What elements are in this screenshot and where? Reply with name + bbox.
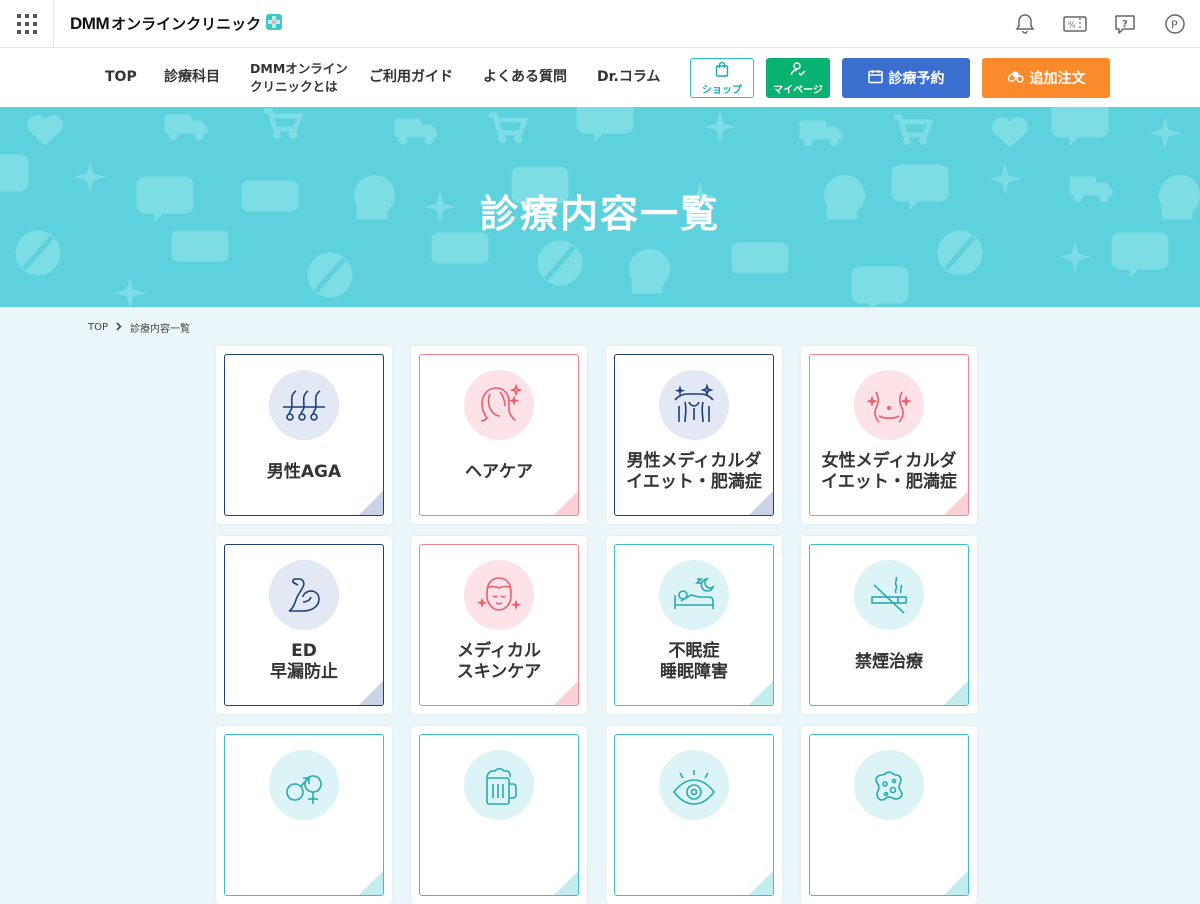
order-label: 追加注文 <box>1029 71 1086 87</box>
breadcrumb-home[interactable]: TOP <box>88 322 108 333</box>
logo-dmm-text: DMM <box>70 13 110 33</box>
nav-about[interactable]: DMMオンライン クリニックとは <box>250 48 348 107</box>
muscle-arm-icon <box>269 560 339 630</box>
card-label-line1: 男性メディカルダ <box>626 451 762 471</box>
sleep-bed-icon <box>659 560 729 630</box>
card-corner-decoration <box>359 681 383 705</box>
bell-icon[interactable] <box>1000 0 1050 48</box>
mypage-button[interactable]: マイページ <box>766 58 830 98</box>
card-label-line1: 禁煙治療 <box>855 651 923 672</box>
nav-faq[interactable]: よくある質問 <box>483 48 567 107</box>
card-row3-beer[interactable] <box>411 726 587 904</box>
card-hair-care[interactable]: ヘアケア <box>411 346 587 524</box>
card-female-diet[interactable]: 女性メディカルダ イエット・肥満症 <box>801 346 977 524</box>
nav-departments[interactable]: 診療科目 <box>164 48 220 107</box>
card-corner-decoration <box>749 491 773 515</box>
logo-clinic-text: オンラインクリニック <box>111 15 262 33</box>
logo[interactable]: DMM オンラインクリニック <box>70 13 283 35</box>
card-corner-decoration <box>944 871 968 895</box>
nav-about-line1: DMMオンライン <box>250 61 348 76</box>
user-check-icon <box>790 61 806 80</box>
coupon-icon[interactable]: % <box>1050 0 1100 48</box>
mypage-label: マイページ <box>773 84 823 96</box>
svg-text:?: ? <box>1122 19 1128 30</box>
additional-order-button[interactable]: 追加注文 <box>982 58 1110 98</box>
breadcrumb-current: 診療内容一覧 <box>130 324 191 335</box>
help-icon[interactable]: ? <box>1100 0 1150 48</box>
svg-text:P: P <box>1171 19 1178 32</box>
face-skincare-icon <box>464 560 534 630</box>
calendar-icon <box>867 69 883 88</box>
svg-text:%: % <box>1068 21 1076 30</box>
card-label-line1: ヘアケア <box>465 461 533 482</box>
card-row3-eye[interactable] <box>606 726 782 904</box>
card-label-line1: メディカル <box>457 641 541 661</box>
eye-icon <box>659 750 729 820</box>
beer-mug-icon <box>464 750 534 820</box>
card-corner-decoration <box>749 681 773 705</box>
card-corner-decoration <box>554 491 578 515</box>
top-bar: DMM オンラインクリニック % ? P <box>0 0 1200 48</box>
pill-icon <box>1007 69 1024 88</box>
hair-follicle-icon <box>269 370 339 440</box>
female-hair-icon <box>464 370 534 440</box>
card-insomnia[interactable]: 不眠症 睡眠障害 <box>606 536 782 714</box>
card-corner-decoration <box>749 871 773 895</box>
nav-about-line2: クリニックとは <box>250 78 338 94</box>
card-label-line1: 男性AGA <box>266 461 342 482</box>
reserve-button[interactable]: 診療予約 <box>842 58 970 98</box>
card-label-line1: ED <box>291 641 317 661</box>
virus-icon <box>854 750 924 820</box>
card-ed[interactable]: ED 早漏防止 <box>216 536 392 714</box>
no-smoking-icon <box>854 560 924 630</box>
card-label-line2: イエット・肥満症 <box>821 472 957 492</box>
chevron-right-icon <box>116 321 122 334</box>
card-corner-decoration <box>944 491 968 515</box>
card-corner-decoration <box>554 681 578 705</box>
card-label-line1: 不眠症 <box>668 641 720 661</box>
card-label-line2: 早漏防止 <box>270 662 338 682</box>
card-row3-gender[interactable] <box>216 726 392 904</box>
card-corner-decoration <box>944 681 968 705</box>
female-waist-icon <box>854 370 924 440</box>
card-label-line2: スキンケア <box>456 662 542 682</box>
page-title: 診療内容一覧 <box>479 192 720 236</box>
card-label-line2: イエット・肥満症 <box>626 472 762 492</box>
card-corner-decoration <box>554 871 578 895</box>
card-label-line1: 女性メディカルダ <box>821 451 957 471</box>
main-nav: TOP 診療科目 DMMオンライン クリニックとは ご利用ガイド よくある質問 … <box>0 48 1200 107</box>
card-label-line2: 睡眠障害 <box>660 662 728 682</box>
nav-top[interactable]: TOP <box>105 48 137 107</box>
card-smoking-cessation[interactable]: 禁煙治療 <box>801 536 977 714</box>
card-corner-decoration <box>359 491 383 515</box>
card-row3-virus[interactable] <box>801 726 977 904</box>
hero-banner: 診療内容一覧 <box>0 107 1200 307</box>
card-male-aga[interactable]: 男性AGA <box>216 346 392 524</box>
reserve-label: 診療予約 <box>888 71 945 87</box>
gender-symbols-icon <box>269 750 339 820</box>
breadcrumb: TOP 診療内容一覧 <box>88 320 190 335</box>
shopping-bag-icon <box>715 61 729 80</box>
male-body-icon <box>659 370 729 440</box>
nav-guide[interactable]: ご利用ガイド <box>369 48 453 107</box>
card-medical-skincare[interactable]: メディカル スキンケア <box>411 536 587 714</box>
grid-menu-icon[interactable] <box>0 0 54 48</box>
card-male-diet[interactable]: 男性メディカルダ イエット・肥満症 <box>606 346 782 524</box>
nav-column[interactable]: Dr.コラム <box>597 48 660 107</box>
shop-button[interactable]: ショップ <box>690 58 754 98</box>
card-corner-decoration <box>359 871 383 895</box>
logo-mark-icon <box>265 13 283 35</box>
shop-label: ショップ <box>702 84 742 96</box>
point-icon[interactable]: P <box>1150 0 1200 48</box>
